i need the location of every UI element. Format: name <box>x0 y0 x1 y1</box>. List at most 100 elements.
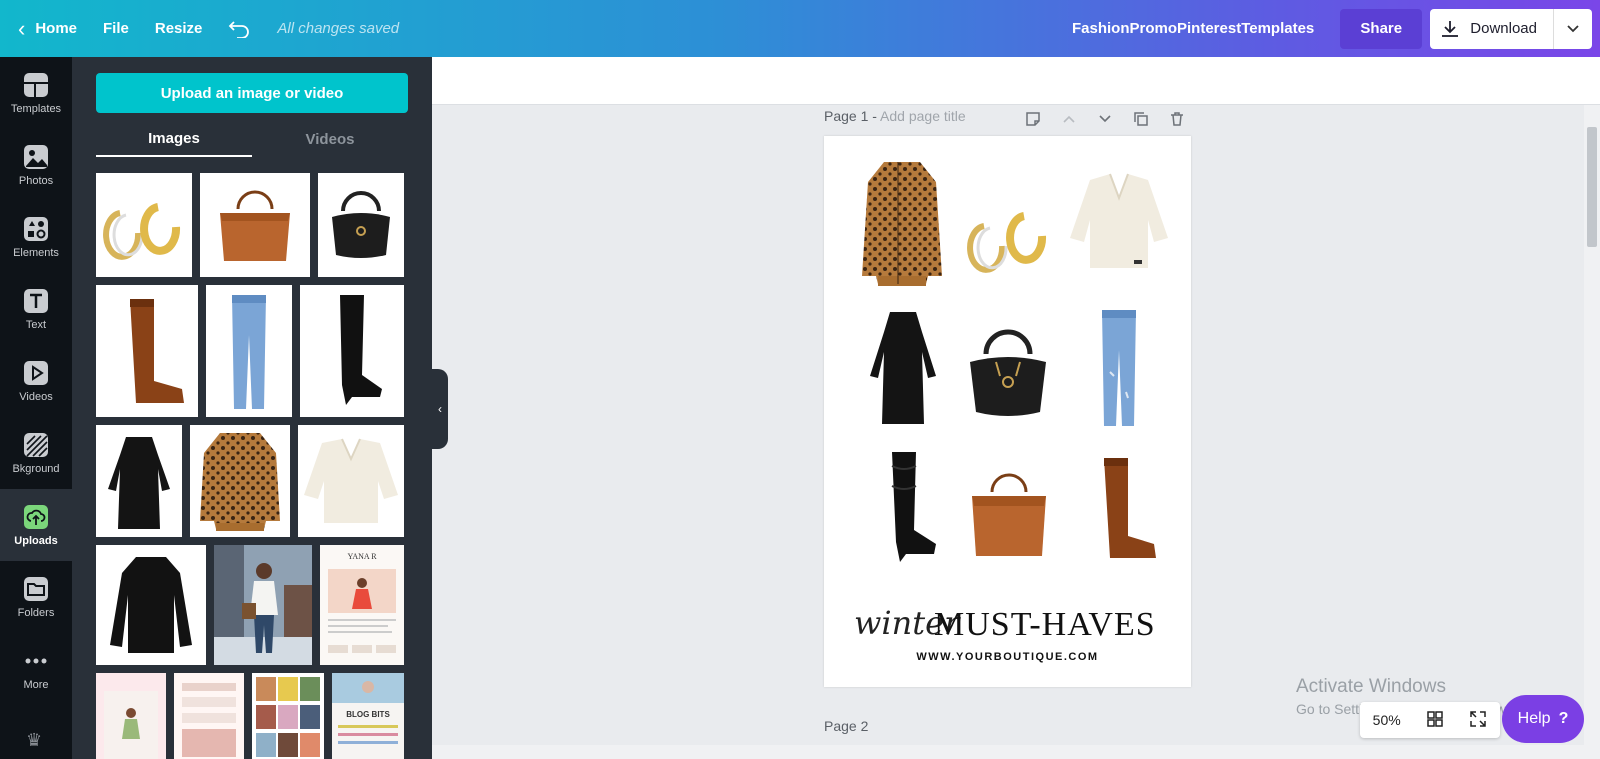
rail-item-folders[interactable]: Folders <box>0 561 72 633</box>
design-item-black-handbag[interactable] <box>956 306 1060 436</box>
folders-icon <box>23 576 49 602</box>
upload-thumb-blog-template-2[interactable] <box>174 673 244 759</box>
rail-label: Videos <box>19 390 53 403</box>
tab-images[interactable]: Images <box>96 121 252 157</box>
copy-icon <box>1134 112 1148 126</box>
elements-icon <box>23 216 49 242</box>
uploads-icon <box>23 504 49 530</box>
delete-page-button[interactable] <box>1166 108 1188 130</box>
design-item-brown-boot[interactable] <box>1074 450 1168 570</box>
design-headline[interactable]: MUST-HAVES <box>934 606 1156 644</box>
upload-media-button[interactable]: Upload an image or video <box>96 73 408 113</box>
rail-label: Photos <box>18 174 54 187</box>
move-page-down-button[interactable] <box>1094 108 1116 130</box>
templates-icon <box>23 72 49 98</box>
videos-icon <box>23 360 49 386</box>
scrollbar-thumb[interactable] <box>1587 127 1597 247</box>
upload-thumb-earrings[interactable] <box>96 173 192 277</box>
home-button[interactable]: ‹ Home <box>0 0 90 57</box>
watermark-title: Activate Windows <box>1296 676 1446 697</box>
text-icon <box>23 288 49 314</box>
upload-thumb-black-dress[interactable] <box>96 425 182 537</box>
rail-item-videos[interactable]: Videos <box>0 345 72 417</box>
chevron-up-icon <box>1063 115 1075 123</box>
document-title[interactable]: FashionPromoPinterestTemplates <box>1072 20 1340 37</box>
upload-thumb-brown-boot[interactable] <box>96 285 198 417</box>
rail-item-templates[interactable]: Templates <box>0 57 72 129</box>
share-button[interactable]: Share <box>1340 8 1423 49</box>
chevron-down-icon <box>1567 24 1579 32</box>
upload-thumb-black-blouse[interactable] <box>96 545 206 665</box>
download-label: Download <box>1470 20 1537 37</box>
design-item-slouch-boot[interactable] <box>854 446 954 570</box>
page-title-input[interactable]: Add page title <box>880 108 966 124</box>
download-group: Download <box>1430 8 1592 49</box>
rail-item-uploads[interactable]: Uploads <box>0 489 72 561</box>
resize-button[interactable]: Resize <box>142 0 216 57</box>
rail-label: Elements <box>13 246 59 259</box>
file-menu-button[interactable]: File <box>90 0 142 57</box>
zoom-controls: 50% <box>1360 702 1500 738</box>
upload-thumb-black-handbag[interactable] <box>318 173 404 277</box>
note-icon <box>1026 112 1040 126</box>
template-blog-bits-text: BLOG BITS <box>346 710 390 719</box>
design-item-tan-tote[interactable] <box>952 452 1066 566</box>
zoom-level[interactable]: 50% <box>1373 712 1401 728</box>
design-item-earrings[interactable] <box>958 176 1058 286</box>
upload-thumb-street-style[interactable] <box>214 545 312 665</box>
rail-item-elements[interactable]: Elements <box>0 201 72 273</box>
rail-item-background[interactable]: Bkground <box>0 417 72 489</box>
tab-videos[interactable]: Videos <box>252 121 408 157</box>
upload-thumb-collage-template[interactable] <box>252 673 324 759</box>
page-tools <box>1022 108 1188 130</box>
grid-view-button[interactable] <box>1426 710 1444 731</box>
rail-label: Text <box>25 318 47 331</box>
upload-thumb-jeans[interactable] <box>206 285 292 417</box>
undo-button[interactable] <box>215 0 263 57</box>
upload-thumb-blog-template-yana[interactable]: YANA R <box>320 545 404 665</box>
fullscreen-button[interactable] <box>1469 710 1487 731</box>
more-icon <box>23 648 49 674</box>
duplicate-page-button[interactable] <box>1130 108 1152 130</box>
top-bar: ‹ Home File Resize All changes saved Fas… <box>0 0 1600 57</box>
design-url[interactable]: WWW.YOURBOUTIQUE.COM <box>824 651 1191 663</box>
editor-toolbar <box>432 57 1600 105</box>
uploads-panel: Upload an image or video Images Videos Y… <box>72 57 432 759</box>
design-item-jeans[interactable] <box>1074 302 1164 432</box>
question-icon: ? <box>1558 710 1569 727</box>
rail-label: Uploads <box>14 534 58 547</box>
collapse-panel-button[interactable]: ‹ <box>432 369 448 449</box>
crown-icon[interactable]: ♛ <box>26 730 42 751</box>
rail-label: Folders <box>17 606 55 619</box>
upload-thumb-slouch-boot[interactable] <box>300 285 404 417</box>
vertical-scrollbar[interactable] <box>1584 105 1600 745</box>
help-label: Help <box>1517 710 1551 727</box>
expand-icon <box>1470 710 1487 727</box>
upload-thumb-blog-bits-template[interactable]: BLOG BITS <box>332 673 404 759</box>
template-brand-text: YANA R <box>347 552 377 561</box>
download-button[interactable]: Download <box>1430 8 1554 49</box>
help-button[interactable]: Help ? <box>1502 695 1584 743</box>
rail-label: More <box>23 678 49 691</box>
move-page-up-button[interactable] <box>1058 108 1080 130</box>
horizontal-scrollbar[interactable] <box>432 745 1600 759</box>
design-page-1[interactable]: winter MUST-HAVES WWW.YOURBOUTIQUE.COM <box>824 136 1191 687</box>
photos-icon <box>23 144 49 170</box>
upload-thumb-leopard-cardigan[interactable] <box>190 425 290 537</box>
upload-thumb-cream-sweater[interactable] <box>298 425 404 537</box>
rail-item-more[interactable]: More <box>0 633 72 705</box>
rail-item-photos[interactable]: Photos <box>0 129 72 201</box>
design-item-black-dress[interactable] <box>858 302 948 432</box>
grid-icon <box>1427 710 1443 727</box>
background-icon <box>23 432 49 458</box>
home-label: Home <box>35 20 78 37</box>
chevron-left-icon: ‹ <box>18 15 26 41</box>
design-item-leopard-cardigan[interactable] <box>852 156 952 288</box>
upload-thumb-tan-tote[interactable] <box>200 173 310 277</box>
download-options-button[interactable] <box>1554 9 1592 49</box>
upload-thumb-blog-template-1[interactable] <box>96 673 166 759</box>
download-icon <box>1442 20 1459 37</box>
page-notes-button[interactable] <box>1022 108 1044 130</box>
design-item-cream-sweater[interactable] <box>1064 160 1174 284</box>
rail-item-text[interactable]: Text <box>0 273 72 345</box>
